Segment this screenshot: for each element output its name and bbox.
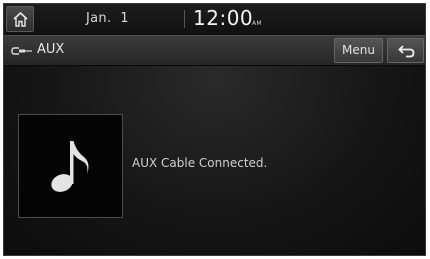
menu-button[interactable]: Menu [334,38,383,63]
album-art [18,114,123,218]
date-display: Jan. 1 [86,11,129,26]
head-unit-screen: Jan. 1 12:00 AM AUX Menu AUX Cable Conne… [3,3,426,256]
status-bar: Jan. 1 12:00 AM [4,4,425,35]
music-note-icon [51,141,89,192]
back-button[interactable] [387,38,424,63]
back-arrow-icon [398,45,415,58]
aux-status-message: AUX Cable Connected. [132,156,268,170]
status-divider [184,10,185,28]
ampm-indicator: AM [252,20,262,27]
home-button[interactable] [6,6,34,32]
source-title-bar: AUX Menu [4,35,425,66]
home-icon [13,11,28,27]
source-title: AUX [37,42,65,57]
clock-display[interactable]: 12:00 [193,6,253,30]
aux-cable-icon [11,47,32,55]
